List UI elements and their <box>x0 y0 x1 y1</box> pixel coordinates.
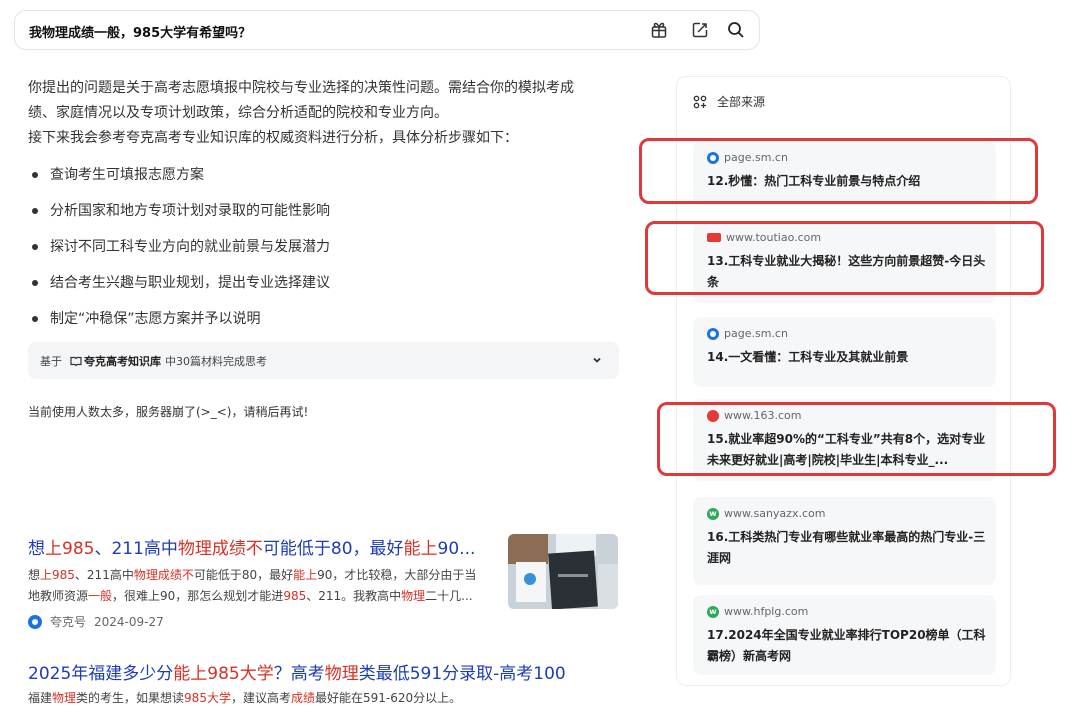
highlight-text: 物理 <box>52 691 77 705</box>
knowledge-base-bar[interactable]: 基于 夸克高考知识库 中30篇材料完成思考 <box>28 342 619 379</box>
highlight-text: 985大学 <box>184 691 231 705</box>
search-bar[interactable]: 我物理成绩一般，985大学有希望吗？ <box>14 10 760 50</box>
quark-logo-icon <box>28 614 42 629</box>
result-meta: 夸克号 2024-09-27 <box>28 613 490 630</box>
sources-header-label: 全部来源 <box>717 95 766 109</box>
answer-line: 接下来我会参考夸克高考专业知识库的权威资料进行分析，具体分析步骤如下： <box>28 130 518 146</box>
result-thumbnail[interactable] <box>508 534 618 609</box>
apps-icon <box>693 95 707 109</box>
search-result[interactable]: 想上985、211高中物理成绩不可能低于80，最好能上90... 想上985、2… <box>28 534 490 630</box>
annotation-box <box>657 402 1056 476</box>
highlight-text: 能上 <box>293 568 318 582</box>
result-snippet-line: 地教师资源一般，很难上90，那怎么规划才能进985、211。我教高中物理二十几.… <box>28 586 490 607</box>
highlight-text: 物理 <box>324 664 359 684</box>
annotation-box <box>645 221 1044 295</box>
result-snippet-line: 想上985、211高中物理成绩不可能低于80，最好能上90，才比较稳，大部分由于… <box>28 565 490 586</box>
step-item: 查询考生可填报志愿方案 <box>30 164 610 200</box>
plain-text: 、211高中 <box>94 539 178 559</box>
plain-text: 90，才比较稳，大部分由于当 <box>317 568 477 582</box>
search-query[interactable]: 我物理成绩一般，985大学有希望吗？ <box>29 22 251 41</box>
answer-line: 绩、家庭情况以及专项计划政策，综合分析适配的院校和专业方向。 <box>28 105 448 121</box>
plain-text: 可能低于80，最好 <box>193 568 294 582</box>
plain-text: 二十几... <box>425 589 473 603</box>
source-card[interactable]: w www.sanyazx.com 16.工科类热门专业有哪些就业率最高的热门专业… <box>693 497 996 585</box>
w-icon: w <box>707 507 719 520</box>
answer-intro: 你提出的问题是关于高考志愿填报中院校与专业选择的决策性问题。需结合你的模拟考成 … <box>28 76 608 151</box>
server-busy-message: 当前使用人数太多，服务器崩了(>_<)，请稍后再试! <box>28 405 309 419</box>
plain-text: ？高考 <box>273 664 325 684</box>
source-domain: www.hfplg.com <box>724 605 809 618</box>
kb-prefix: 基于 <box>40 354 62 368</box>
kb-name: 夸克高考知识库 <box>84 354 161 368</box>
source-card[interactable]: page.sm.cn 14.一文看懂：工科专业及其就业前景 <box>693 317 996 387</box>
sm-icon <box>707 327 719 340</box>
highlight-text: 能上985大学 <box>173 664 274 684</box>
analysis-steps: 查询考生可填报志愿方案 分析国家和地方专项计划对录取的可能性影响 探讨不同工科专… <box>30 164 610 344</box>
book-icon <box>70 355 82 367</box>
source-domain: page.sm.cn <box>724 327 788 340</box>
plain-text: 可能低于80，最好 <box>262 539 404 559</box>
plain-text: 、211高中 <box>74 568 134 582</box>
result-date: 2024-09-27 <box>94 614 164 629</box>
plain-text: 2025年福建多少分 <box>28 664 174 684</box>
step-item: 分析国家和地方专项计划对录取的可能性影响 <box>30 200 610 236</box>
gift-icon[interactable] <box>648 19 670 41</box>
result-title[interactable]: 想上985、211高中物理成绩不可能低于80，最好能上90... <box>28 534 490 559</box>
source-title[interactable]: 16.工科类热门专业有哪些就业率最高的热门专业-三涯网 <box>707 527 989 569</box>
plain-text: 最好能在591-620分以上。 <box>314 691 462 705</box>
plain-text: 想 <box>28 568 41 582</box>
answer-line: 你提出的问题是关于高考志愿填报中院校与专业选择的决策性问题。需结合你的模拟考成 <box>28 80 574 96</box>
source-card[interactable]: w www.hfplg.com 17.2024年全国专业就业率排行TOP20榜单（… <box>693 595 996 675</box>
step-item: 制定“冲稳保”志愿方案并予以说明 <box>30 308 610 344</box>
source-title[interactable]: 17.2024年全国专业就业率排行TOP20榜单（工科霸榜）新高考网 <box>707 625 989 667</box>
highlight-text: 物理 <box>401 589 426 603</box>
source-domain: www.sanyazx.com <box>724 507 826 520</box>
plain-text: 类的考生，如果想读 <box>76 691 185 705</box>
plain-text: ，很难上90，那怎么规划才能进 <box>112 589 284 603</box>
highlight-text: 物理成绩不 <box>177 539 263 559</box>
plain-text: 类最低591分录取-高考100 <box>358 664 566 684</box>
search-result[interactable]: 2025年福建多少分能上985大学？高考物理类最低591分录取-高考100 福建… <box>28 659 628 709</box>
share-edit-icon[interactable] <box>689 19 711 41</box>
plain-text: ，建议高考 <box>230 691 291 705</box>
highlight-text: 成绩 <box>290 691 315 705</box>
result-title[interactable]: 2025年福建多少分能上985大学？高考物理类最低591分录取-高考100 <box>28 659 628 684</box>
plain-text: 地教师资源 <box>28 589 89 603</box>
step-item: 结合考生兴趣与职业规划，提出专业选择建议 <box>30 272 610 308</box>
w-icon: w <box>707 605 719 618</box>
highlight-text: 物理成绩不 <box>133 568 194 582</box>
plain-text: 想 <box>28 539 45 559</box>
chevron-down-icon[interactable] <box>591 354 603 369</box>
highlight-text: 一般 <box>88 589 113 603</box>
kb-suffix: 中30篇材料完成思考 <box>165 354 267 368</box>
plain-text: 90... <box>437 539 476 559</box>
highlight-text: 上985 <box>45 539 95 559</box>
result-source[interactable]: 夸克号 <box>50 613 86 630</box>
source-title[interactable]: 14.一文看懂：工科专业及其就业前景 <box>707 347 989 368</box>
plain-text: 福建 <box>28 691 53 705</box>
highlight-text: 能上 <box>403 539 438 559</box>
sources-header: 全部来源 <box>693 93 765 110</box>
search-icon[interactable] <box>725 19 747 41</box>
highlight-text: 上985 <box>40 568 75 582</box>
annotation-box <box>639 138 1038 204</box>
result-snippet-line: 福建物理类的考生，如果想读985大学，建议高考成绩最好能在591-620分以上。 <box>28 688 628 709</box>
plain-text: 、211。我教高中 <box>306 589 402 603</box>
step-item: 探讨不同工科专业方向的就业前景与发展潜力 <box>30 236 610 272</box>
highlight-text: 985 <box>283 589 307 603</box>
